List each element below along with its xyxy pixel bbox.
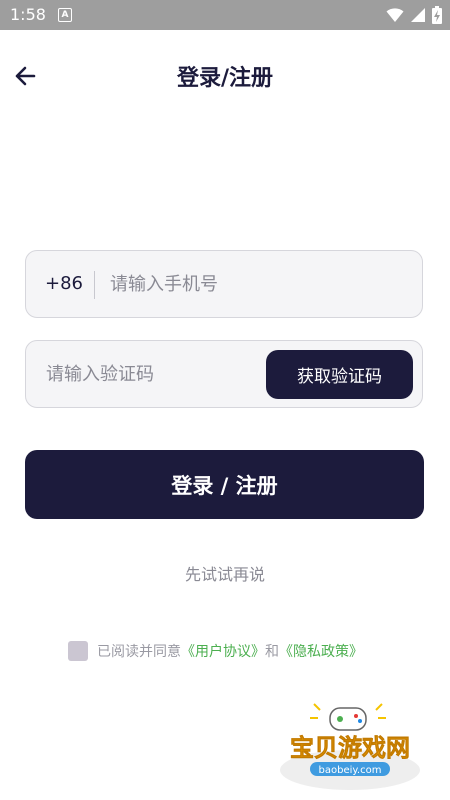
country-code-selector[interactable]: +86 <box>45 273 83 294</box>
user-agreement-link[interactable]: 《用户协议》 <box>181 641 265 661</box>
notification-badge-icon: A <box>58 8 72 22</box>
divider <box>94 271 95 299</box>
wifi-icon <box>386 8 404 22</box>
phone-input[interactable] <box>110 251 400 317</box>
agreement-row: 已阅读并同意 《用户协议》 和 《隐私政策》 <box>68 640 363 662</box>
phone-field: +86 <box>25 250 423 318</box>
status-time: 1:58 <box>10 5 46 24</box>
page-title: 登录/注册 <box>176 66 274 91</box>
try-first-link[interactable]: 先试试再说 <box>0 561 450 585</box>
agreement-prefix: 已阅读并同意 <box>97 644 181 660</box>
privacy-policy-link[interactable]: 《隐私政策》 <box>279 641 363 661</box>
verification-code-input[interactable] <box>46 341 266 407</box>
agreement-conjunction: 和 <box>265 644 279 660</box>
signal-icon <box>411 8 425 22</box>
svg-text:宝贝游戏网: 宝贝游戏网 <box>290 734 410 762</box>
status-bar: 1:58 A <box>0 0 450 30</box>
agree-checkbox[interactable] <box>68 641 88 661</box>
verification-code-field: 获取验证码 <box>25 340 423 408</box>
status-icons <box>386 6 442 24</box>
watermark-logo: 宝贝游戏网 baobeiy.com <box>270 700 430 796</box>
battery-icon <box>432 6 442 24</box>
login-register-button[interactable]: 登录 / 注册 <box>25 450 424 519</box>
svg-text:baobeiy.com: baobeiy.com <box>319 765 382 776</box>
get-code-button[interactable]: 获取验证码 <box>266 350 413 399</box>
